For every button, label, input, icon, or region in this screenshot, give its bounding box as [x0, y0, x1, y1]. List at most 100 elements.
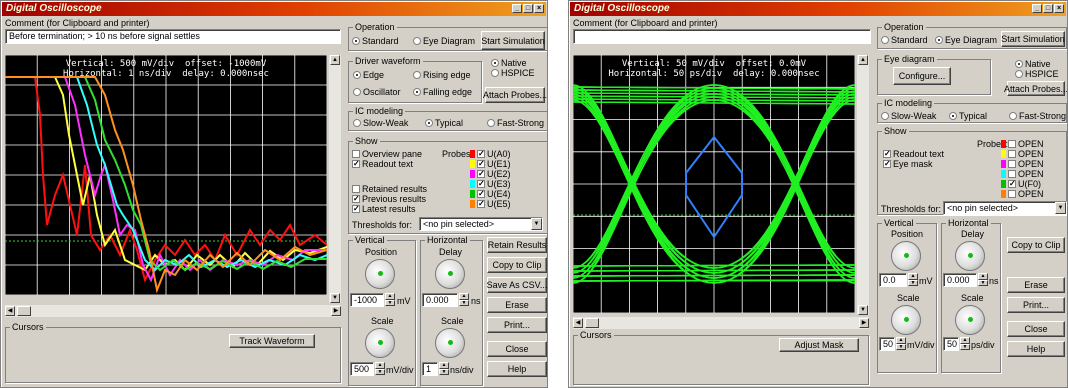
radio-eye-diagram[interactable]: Eye Diagram [413, 36, 475, 46]
checkbox-latest-results[interactable]: ✓ Latest results [352, 204, 416, 214]
start-simulation-button[interactable]: Start Simulation [481, 31, 545, 50]
minimize-button[interactable]: _ [512, 4, 522, 13]
horizontal-scale-input[interactable]: 1 [422, 362, 438, 376]
vertical-position-knob[interactable] [365, 259, 395, 289]
vertical-position-knob[interactable] [891, 241, 921, 271]
maximize-button[interactable]: □ [1043, 4, 1053, 13]
retain-results-button[interactable]: Retain Results [487, 237, 547, 253]
vertical-position-input[interactable]: 0.0 [879, 273, 907, 287]
vertical-scale-input[interactable]: 500 [350, 362, 374, 376]
erase-button[interactable]: Erase [487, 297, 547, 313]
radio-standard[interactable]: Standard [352, 36, 399, 46]
radio-hspice[interactable]: HSPICE [491, 68, 535, 78]
title-bar[interactable]: Digital Oscilloscope _ □ × [570, 2, 1066, 16]
probe-checkbox-3[interactable]: OPEN [1001, 169, 1044, 179]
vertical-scrollbar[interactable]: ▲ ▼ [329, 55, 341, 303]
probe-checkbox-3[interactable]: ✓ U(E3) [470, 179, 511, 189]
configure-button[interactable]: Configure... [893, 67, 951, 85]
probe-checkbox-0[interactable]: ✓ U(A0) [470, 149, 511, 159]
copy-to-clip-button[interactable]: Copy to Clip [1007, 237, 1065, 253]
scroll-up-button[interactable]: ▲ [858, 55, 868, 65]
scroll-thumb[interactable] [585, 318, 599, 328]
probe-checkbox-5[interactable]: OPEN [1001, 189, 1044, 199]
checkbox-retained-results[interactable]: Retained results [352, 184, 427, 194]
thresholds-select[interactable]: <no pin selected> ▼ [943, 201, 1067, 215]
radio-fast-strong[interactable]: Fast-Strong [1009, 111, 1066, 121]
radio-eye-diagram[interactable]: Eye Diagram [935, 35, 997, 45]
horizontal-scale-knob[interactable] [955, 305, 985, 335]
vertical-scale-spinner[interactable]: ▲ ▼ [375, 362, 385, 375]
vertical-scale-knob[interactable] [365, 328, 395, 358]
probe-checkbox-1[interactable]: OPEN [1001, 149, 1044, 159]
vertical-scale-spinner[interactable]: ▲ ▼ [896, 337, 906, 350]
title-bar[interactable]: Digital Oscilloscope _ □ × [2, 2, 546, 16]
scroll-down-button[interactable]: ▼ [330, 293, 340, 303]
copy-to-clip-button[interactable]: Copy to Clip [487, 257, 547, 273]
radio-typical[interactable]: Typical [949, 111, 987, 121]
radio-oscillator[interactable]: Oscillator [353, 87, 401, 97]
probe-checkbox-2[interactable]: OPEN [1001, 159, 1044, 169]
save-as-csv-button[interactable]: Save As CSV... [487, 277, 547, 293]
horizontal-scale-spinner[interactable]: ▲ ▼ [960, 337, 970, 350]
radio-falling-edge[interactable]: Falling edge [413, 87, 472, 97]
radio-standard[interactable]: Standard [881, 35, 928, 45]
scroll-right-button[interactable]: ▶ [331, 306, 341, 316]
checkbox-previous-results[interactable]: ✓ Previous results [352, 194, 426, 204]
thresholds-select[interactable]: <no pin selected> ▼ [419, 217, 543, 231]
start-simulation-button[interactable]: Start Simulation [1001, 31, 1065, 47]
chevron-down-icon[interactable]: ▼ [531, 218, 542, 230]
help-button[interactable]: Help [1007, 341, 1065, 357]
adjust-mask-button[interactable]: Adjust Mask [779, 338, 859, 352]
horizontal-delay-knob[interactable] [955, 241, 985, 271]
horizontal-scale-input[interactable]: 50 [943, 337, 959, 351]
comment-input[interactable] [573, 29, 871, 44]
vertical-scrollbar[interactable]: ▲ ▼ [857, 55, 869, 315]
horizontal-delay-knob[interactable] [435, 259, 465, 289]
radio-hspice[interactable]: HSPICE [1015, 69, 1059, 79]
horizontal-delay-input[interactable]: 0.000 [422, 293, 458, 307]
radio-slow-weak[interactable]: Slow-Weak [353, 118, 408, 128]
horizontal-scale-spinner[interactable]: ▲ ▼ [439, 362, 449, 375]
radio-fast-strong[interactable]: Fast-Strong [487, 118, 544, 128]
close-window-button[interactable]: × [534, 4, 544, 13]
attach-probes-button[interactable]: Attach Probes... [483, 87, 547, 103]
probe-checkbox-4[interactable]: ✓ U(E4) [470, 189, 511, 199]
close-window-button[interactable]: × [1054, 4, 1064, 13]
vertical-position-spinner[interactable]: ▲ ▼ [385, 293, 395, 306]
probe-checkbox-0[interactable]: OPEN [1001, 139, 1044, 149]
comment-input[interactable]: Before termination; > 10 ns before signa… [5, 29, 341, 44]
horizontal-scale-knob[interactable] [435, 328, 465, 358]
radio-edge[interactable]: Edge [353, 70, 384, 80]
horizontal-scrollbar[interactable]: ◀ ▶ [573, 317, 869, 329]
vertical-position-input[interactable]: -1000 [350, 293, 384, 307]
radio-rising-edge[interactable]: Rising edge [413, 70, 471, 80]
horizontal-scrollbar[interactable]: ◀ ▶ [5, 305, 341, 317]
radio-native[interactable]: Native [491, 58, 527, 68]
radio-typical[interactable]: Typical [425, 118, 463, 128]
attach-probes-button[interactable]: Attach Probes... [1004, 81, 1067, 96]
help-button[interactable]: Help [487, 361, 547, 377]
vertical-scale-input[interactable]: 50 [879, 337, 895, 351]
scroll-thumb[interactable] [17, 306, 31, 316]
chevron-down-icon[interactable]: ▼ [1055, 202, 1066, 214]
vertical-position-spinner[interactable]: ▲ ▼ [908, 273, 918, 286]
radio-native[interactable]: Native [1015, 59, 1051, 69]
minimize-button[interactable]: _ [1032, 4, 1042, 13]
checkbox-eye-mask[interactable]: ✓ Eye mask [883, 159, 933, 169]
probe-checkbox-2[interactable]: ✓ U(E2) [470, 169, 511, 179]
probe-checkbox-4[interactable]: ✓ U(F0) [1001, 179, 1041, 189]
print-button[interactable]: Print... [1007, 297, 1065, 313]
horizontal-delay-spinner[interactable]: ▲ ▼ [978, 273, 988, 286]
print-button[interactable]: Print... [487, 317, 547, 333]
close-button[interactable]: Close [1007, 321, 1065, 337]
checkbox-overview-pane[interactable]: Overview pane [352, 149, 422, 159]
probe-checkbox-1[interactable]: ✓ U(E1) [470, 159, 511, 169]
maximize-button[interactable]: □ [523, 4, 533, 13]
scroll-left-button[interactable]: ◀ [5, 306, 15, 316]
checkbox-readout-text[interactable]: ✓ Readout text [352, 159, 413, 169]
horizontal-delay-spinner[interactable]: ▲ ▼ [459, 293, 469, 306]
probe-checkbox-5[interactable]: ✓ U(E5) [470, 199, 511, 209]
scroll-left-button[interactable]: ◀ [573, 318, 583, 328]
scroll-up-button[interactable]: ▲ [330, 55, 340, 65]
erase-button[interactable]: Erase [1007, 277, 1065, 293]
